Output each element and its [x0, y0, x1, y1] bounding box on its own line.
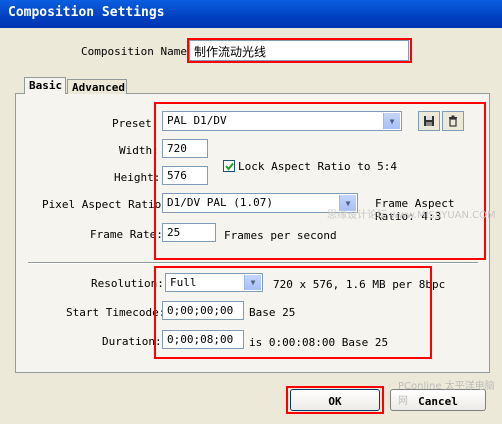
watermark-top: 思缘设计论坛 www.MISSYUAN.COM [327, 210, 496, 221]
pixel-aspect-label: Pixel Aspect Ratio: [42, 198, 168, 211]
ok-button[interactable]: OK [290, 389, 380, 411]
tab-basic[interactable]: Basic [24, 77, 66, 94]
frame-rate-unit: Frames per second [224, 229, 337, 242]
tab-advanced[interactable]: Advanced [67, 79, 127, 94]
pixel-aspect-value: D1/DV PAL (1.07) [167, 196, 273, 209]
duration-input[interactable]: 0;00;08;00 [162, 330, 244, 349]
composition-name-input[interactable]: 制作流动光线 [189, 40, 409, 61]
resolution-value: Full [170, 276, 197, 289]
duration-info: is 0:00:08:00 Base 25 [249, 336, 389, 349]
delete-preset-icon [449, 115, 457, 127]
frame-rate-label: Frame Rate: [90, 228, 163, 241]
width-label: Width: [119, 144, 159, 157]
delete-preset-button[interactable] [442, 111, 464, 131]
preset-select[interactable]: PAL D1/DV ▼ [162, 111, 402, 131]
preset-label: Preset: [112, 117, 159, 130]
start-timecode-input[interactable]: 0;00;00;00 [162, 301, 244, 320]
preset-value: PAL D1/DV [167, 114, 227, 127]
lock-aspect-checkbox[interactable] [223, 160, 235, 172]
frame-rate-input[interactable]: 25 [162, 223, 216, 242]
resolution-info: 720 x 576, 1.6 MB per 8bpc [273, 278, 446, 291]
start-timecode-base: Base 25 [249, 306, 296, 319]
dropdown-arrow-icon: ▼ [244, 275, 261, 290]
height-input[interactable]: 576 [162, 166, 208, 185]
width-input[interactable]: 720 [162, 139, 208, 158]
checkbox-checked-icon [224, 162, 234, 171]
start-timecode-label: Start Timecode: [66, 306, 166, 319]
save-preset-icon [424, 116, 434, 126]
save-preset-button[interactable] [418, 111, 440, 131]
lock-aspect-label: Lock Aspect Ratio to 5:4 [238, 160, 397, 173]
height-label: Height: [114, 171, 161, 184]
composition-name-label: Composition Name: [81, 45, 194, 58]
section-divider [28, 262, 478, 264]
duration-label: Duration: [102, 335, 162, 348]
resolution-select[interactable]: Full ▼ [165, 273, 263, 292]
watermark-bottom: PConline 太平洋电脑网 [398, 381, 495, 407]
window-title: Composition Settings [8, 5, 165, 20]
dropdown-arrow-icon: ▼ [383, 113, 400, 129]
resolution-label: Resolution: [91, 277, 164, 290]
